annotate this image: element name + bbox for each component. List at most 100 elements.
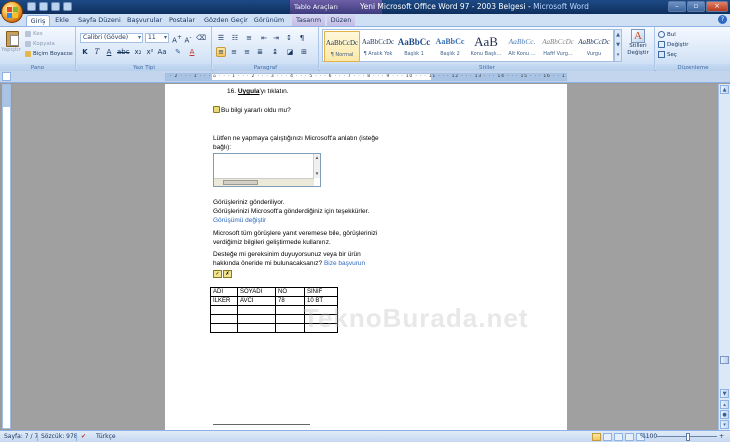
- subscript-button[interactable]: x₂: [133, 47, 143, 57]
- style-heading-1[interactable]: AaBbCc Başlık 1: [396, 31, 432, 62]
- help-icon[interactable]: ?: [718, 15, 727, 24]
- zoom-in-icon[interactable]: +: [719, 433, 724, 441]
- clear-format-icon[interactable]: ⌫: [196, 33, 206, 43]
- tab-gozden-gecir[interactable]: Gözden Geçir: [204, 15, 248, 26]
- web-layout-view-icon[interactable]: [614, 433, 623, 441]
- vertical-ruler[interactable]: [2, 84, 11, 429]
- close-icon[interactable]: ×: [706, 1, 728, 12]
- tab-selector[interactable]: [2, 72, 11, 81]
- tab-duzen[interactable]: Düzen: [327, 15, 355, 26]
- change-case-icon[interactable]: Aa: [157, 47, 167, 57]
- italic-button[interactable]: T: [92, 47, 102, 57]
- spelling-icon[interactable]: ✔: [81, 433, 86, 441]
- table-cell[interactable]: [210, 314, 238, 324]
- format-painter-button[interactable]: Biçim Boyacısı: [25, 50, 73, 58]
- copy-button[interactable]: Kopyala: [25, 40, 55, 48]
- styles-gallery-scroll[interactable]: ▲ ▼ ▾: [614, 29, 622, 62]
- table-cell[interactable]: [275, 314, 305, 324]
- strikethrough-button[interactable]: abc: [117, 47, 130, 57]
- table-cell[interactable]: SINIF: [304, 287, 338, 297]
- change-feedback-link[interactable]: Görüşümü değiştir: [213, 217, 266, 225]
- bold-button[interactable]: K: [80, 47, 90, 57]
- tab-postalar[interactable]: Postalar: [168, 15, 196, 26]
- style-emphasis[interactable]: AaBbCcDc Vurgu: [576, 31, 612, 62]
- shading-icon[interactable]: ◪: [285, 47, 295, 57]
- tab-ekle[interactable]: Ekle: [53, 15, 71, 26]
- increase-indent-icon[interactable]: ⇥: [271, 33, 281, 43]
- thumb-up-icon[interactable]: ✓: [213, 270, 222, 278]
- scroll-down-icon[interactable]: ▼: [720, 389, 729, 398]
- table-cell[interactable]: İLKER: [210, 296, 238, 306]
- zoom-level[interactable]: %100: [640, 433, 657, 441]
- table-cell[interactable]: SOYADI: [237, 287, 276, 297]
- horizontal-ruler[interactable]: · 2 · · · 1 · · · ⌂ · · · 1 · · · 2 · · …: [165, 73, 567, 81]
- table-cell[interactable]: 78: [275, 296, 305, 306]
- superscript-button[interactable]: x²: [145, 47, 155, 57]
- maximize-icon[interactable]: ▫: [687, 1, 705, 12]
- align-right-button[interactable]: ≡: [242, 47, 252, 57]
- justify-button[interactable]: ≣: [255, 47, 265, 57]
- table-cell[interactable]: [237, 305, 276, 315]
- vertical-scrollbar[interactable]: ▲ ▼ ▴ ● ▾: [718, 84, 730, 430]
- print-layout-view-icon[interactable]: [592, 433, 601, 441]
- scroll-thumb[interactable]: [720, 356, 729, 364]
- numbering-icon[interactable]: ☷: [230, 33, 240, 43]
- office-button[interactable]: [1, 1, 23, 23]
- style-no-spacing[interactable]: AaBbCcDc ¶ Aralık Yok: [360, 31, 396, 62]
- style-normal[interactable]: AaBbCcDc ¶ Normal: [324, 31, 360, 62]
- minimize-icon[interactable]: –: [668, 1, 686, 12]
- font-color-icon[interactable]: A: [187, 47, 197, 57]
- full-screen-view-icon[interactable]: [603, 433, 612, 441]
- style-subtitle[interactable]: AaBbCc. Alt Konu ...: [504, 31, 540, 62]
- previous-page-icon[interactable]: ▴: [720, 400, 729, 409]
- line-spacing-icon[interactable]: ↨: [270, 47, 280, 57]
- grow-font-icon[interactable]: A+: [172, 33, 182, 44]
- thumb-down-icon[interactable]: ✗: [223, 270, 232, 278]
- tab-gorunum[interactable]: Görünüm: [253, 15, 285, 26]
- customize-qat-icon[interactable]: [63, 2, 72, 11]
- bullets-icon[interactable]: ☰: [216, 33, 226, 43]
- tab-tasarim[interactable]: Tasarım: [292, 15, 325, 26]
- style-title[interactable]: AaB Konu Başlı...: [468, 31, 504, 62]
- tab-giris[interactable]: Giriş: [26, 15, 50, 26]
- save-icon[interactable]: [27, 2, 36, 11]
- replace-button[interactable]: Değiştir: [658, 41, 688, 48]
- table-cell[interactable]: [210, 323, 238, 333]
- document-page[interactable]: 16. Uygula'yı tıklatın. Bu bilgi yararlı…: [165, 84, 567, 430]
- tab-basvurular[interactable]: Başvurular: [127, 15, 162, 26]
- table-cell[interactable]: [210, 305, 238, 315]
- page-indicator[interactable]: Sayfa: 7 / 7: [4, 433, 38, 441]
- outline-view-icon[interactable]: [625, 433, 634, 441]
- style-subtle-emphasis[interactable]: AaBbCcDc Hafif Vurg...: [540, 31, 576, 62]
- next-page-icon[interactable]: ▾: [720, 420, 729, 429]
- scroll-up-icon[interactable]: ▲: [720, 85, 729, 94]
- change-styles-button[interactable]: A Stilleri Değiştir: [624, 29, 652, 62]
- select-button[interactable]: Seç: [658, 51, 677, 58]
- sort-icon[interactable]: ↕: [284, 33, 294, 43]
- textarea-hscroll[interactable]: [214, 178, 314, 186]
- show-marks-icon[interactable]: ¶: [297, 33, 307, 43]
- textarea-hscroll-thumb[interactable]: [223, 180, 258, 185]
- table-cell[interactable]: [237, 314, 276, 324]
- shrink-font-icon[interactable]: A-: [183, 33, 193, 44]
- table-cell[interactable]: [275, 323, 305, 333]
- borders-icon[interactable]: ⊞: [299, 47, 309, 57]
- multilevel-list-icon[interactable]: ≡: [244, 33, 254, 43]
- paste-button[interactable]: [4, 29, 21, 58]
- tab-sayfa-duzeni[interactable]: Sayfa Düzeni: [78, 15, 121, 26]
- word-count[interactable]: Sözcük: 978: [41, 433, 78, 441]
- language-indicator[interactable]: Türkçe: [96, 433, 116, 441]
- table-cell[interactable]: [275, 305, 305, 315]
- contact-us-link[interactable]: Bize başvurun: [324, 260, 365, 267]
- table-cell[interactable]: NO: [275, 287, 305, 297]
- align-left-button[interactable]: ≡: [216, 47, 226, 57]
- textarea-vscroll[interactable]: ▲ ▼: [313, 154, 320, 178]
- browse-object-icon[interactable]: ●: [720, 410, 729, 419]
- underline-button[interactable]: A: [104, 47, 114, 57]
- font-name-combo[interactable]: Calibri (Gövde): [80, 33, 143, 43]
- zoom-slider-knob[interactable]: [686, 433, 690, 441]
- redo-icon[interactable]: [51, 2, 60, 11]
- decrease-indent-icon[interactable]: ⇤: [259, 33, 269, 43]
- table-cell[interactable]: ADI: [210, 287, 238, 297]
- align-center-button[interactable]: ≡: [229, 47, 239, 57]
